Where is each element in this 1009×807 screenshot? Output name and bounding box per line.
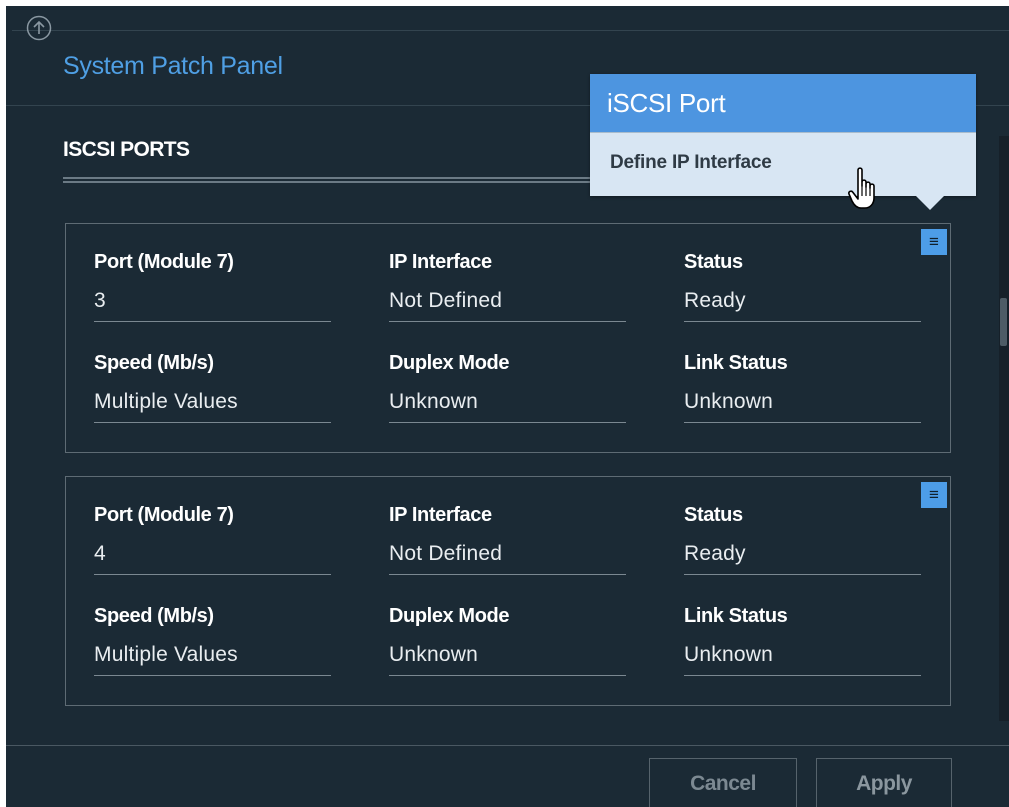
footer-divider [6, 745, 1009, 746]
link-status-field: Link Status Unknown [684, 352, 921, 423]
iscsi-port-card: ≡ Port (Module 7) 3 IP Interface Not Def… [65, 223, 951, 453]
system-patch-panel-window: System Patch Panel ISCSI PORTS ≡ Port (M… [6, 6, 1009, 807]
iscsi-port-context-menu: iSCSI Port Define IP Interface [590, 74, 976, 210]
port-field: Port (Module 7) 4 [94, 504, 331, 575]
field-label: Duplex Mode [389, 605, 510, 627]
speed-field: Speed (Mb/s) Multiple Values [94, 352, 331, 423]
field-value: 3 [94, 289, 331, 322]
iscsi-port-card: ≡ Port (Module 7) 4 IP Interface Not Def… [65, 476, 951, 706]
field-value: Unknown [684, 643, 921, 676]
field-label: Speed (Mb/s) [94, 605, 214, 627]
arrow-up-circle-icon[interactable] [26, 15, 52, 41]
field-value: Unknown [389, 643, 626, 676]
status-field: Status Ready [684, 251, 921, 322]
field-value: Multiple Values [94, 390, 331, 423]
field-label: IP Interface [389, 504, 492, 526]
context-menu-title: iSCSI Port [590, 74, 976, 132]
hamburger-menu-icon[interactable]: ≡ [921, 482, 947, 508]
scrollbar-thumb[interactable] [1000, 298, 1007, 346]
field-value: Ready [684, 542, 921, 575]
section-title: ISCSI PORTS [63, 138, 190, 161]
status-field: Status Ready [684, 504, 921, 575]
define-ip-interface-menu-item[interactable]: Define IP Interface [590, 132, 976, 197]
hamburger-menu-icon[interactable]: ≡ [921, 229, 947, 255]
scrollbar-track[interactable] [999, 136, 1009, 721]
field-value: Ready [684, 289, 921, 322]
page-title: System Patch Panel [63, 52, 283, 80]
field-value: 4 [94, 542, 331, 575]
top-divider [12, 30, 1009, 31]
duplex-mode-field: Duplex Mode Unknown [389, 352, 626, 423]
apply-button[interactable]: Apply [816, 758, 952, 807]
field-value: Not Defined [389, 542, 626, 575]
field-value: Multiple Values [94, 643, 331, 676]
field-value: Unknown [684, 390, 921, 423]
field-label: Port (Module 7) [94, 504, 234, 526]
context-menu-pointer [916, 196, 944, 210]
duplex-mode-field: Duplex Mode Unknown [389, 605, 626, 676]
field-label: Speed (Mb/s) [94, 352, 214, 374]
ip-interface-field: IP Interface Not Defined [389, 504, 626, 575]
port-field: Port (Module 7) 3 [94, 251, 331, 322]
hand-pointer-cursor-icon [848, 167, 875, 209]
ip-interface-field: IP Interface Not Defined [389, 251, 626, 322]
section-rule [63, 177, 623, 183]
field-label: Status [684, 251, 743, 273]
field-label: Status [684, 504, 743, 526]
speed-field: Speed (Mb/s) Multiple Values [94, 605, 331, 676]
field-label: IP Interface [389, 251, 492, 273]
field-label: Duplex Mode [389, 352, 510, 374]
field-value: Not Defined [389, 289, 626, 322]
field-label: Link Status [684, 352, 788, 374]
field-label: Link Status [684, 605, 788, 627]
field-label: Port (Module 7) [94, 251, 234, 273]
field-value: Unknown [389, 390, 626, 423]
cancel-button[interactable]: Cancel [649, 758, 797, 807]
link-status-field: Link Status Unknown [684, 605, 921, 676]
